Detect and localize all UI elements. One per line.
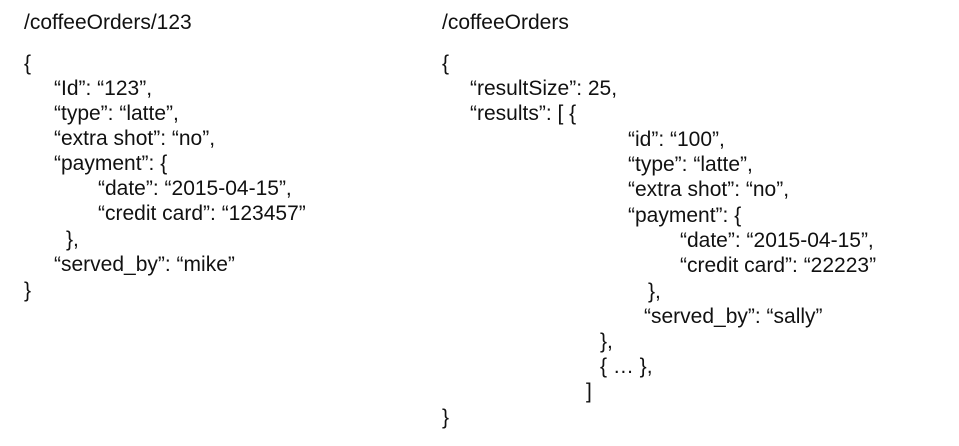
json-line: { <box>442 52 450 75</box>
json-line: }, <box>66 228 79 251</box>
json-line: “date”: “2015-04-15”, <box>680 229 874 252</box>
single-order-endpoint-title: /coffeeOrders/123 <box>24 11 192 34</box>
json-line: }, <box>600 330 613 353</box>
json-line: “credit card”: “123457” <box>98 202 306 225</box>
json-line: “Id”: “123”, <box>54 77 153 100</box>
json-line: { … }, <box>600 355 653 378</box>
json-line: “payment”: { <box>54 152 168 175</box>
json-line: }, <box>648 280 661 303</box>
json-line: “date”: “2015-04-15”, <box>98 177 292 200</box>
order-list-endpoint-title: /coffeeOrders <box>442 11 569 34</box>
json-line: } <box>442 406 450 429</box>
json-line: { <box>24 52 32 75</box>
json-line: “results”: [ { <box>470 102 577 125</box>
json-line: “extra shot”: “no”, <box>628 178 790 201</box>
json-line: “extra shot”: “no”, <box>54 127 216 150</box>
json-line: “id”: “100”, <box>628 128 725 151</box>
json-line: “type”: “latte”, <box>628 153 753 176</box>
json-line: “served_by”: “sally” <box>644 305 823 328</box>
json-line: “credit card”: “22223” <box>680 254 877 277</box>
json-line: } <box>24 279 32 302</box>
json-line: “payment”: { <box>628 204 742 227</box>
json-line: “type”: “latte”, <box>54 102 179 125</box>
json-line: “resultSize”: 25, <box>470 77 618 100</box>
json-line: “served_by”: “mike” <box>54 253 235 276</box>
json-line: ] <box>586 380 592 403</box>
